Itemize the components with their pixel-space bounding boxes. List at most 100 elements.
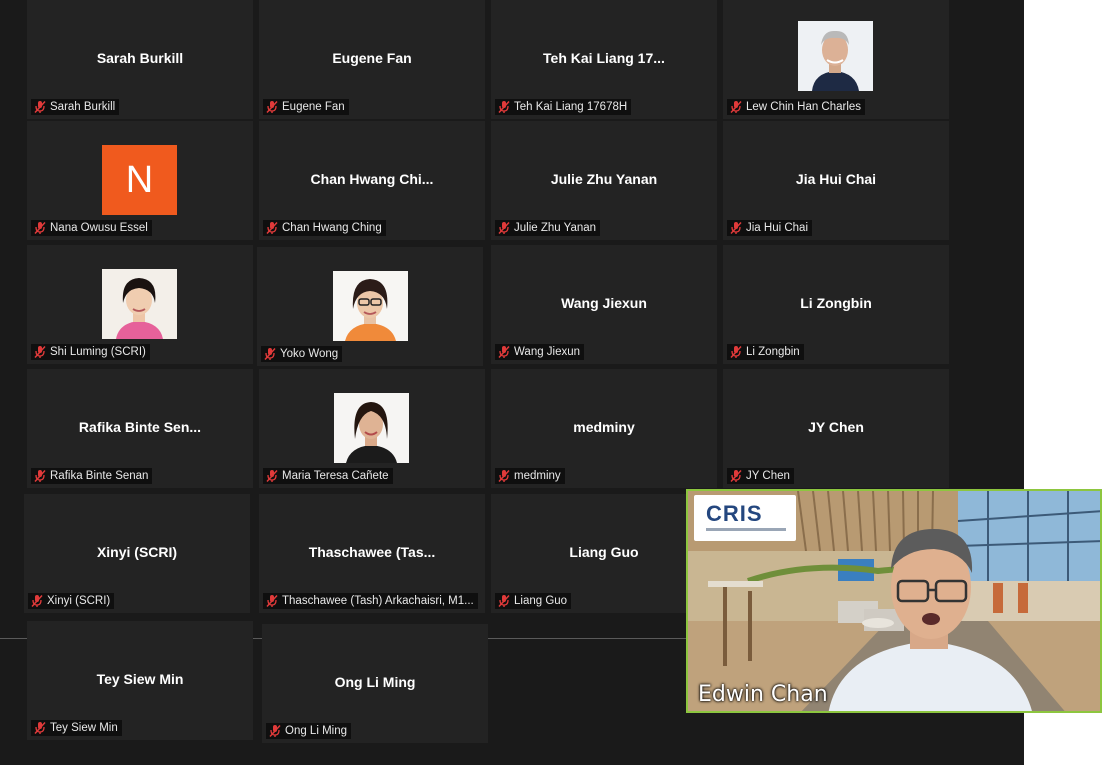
- muted-microphone-icon: [498, 100, 510, 114]
- participant-name-label: Maria Teresa Cañete: [263, 468, 393, 484]
- muted-microphone-icon: [269, 724, 281, 738]
- participant-photo: [334, 393, 409, 463]
- participant-label-text: Ong Li Ming: [285, 725, 348, 737]
- participant-photo: [333, 271, 408, 341]
- participant-display-name: Li Zongbin: [800, 295, 872, 311]
- participant-name-label: Rafika Binte Senan: [31, 468, 153, 484]
- participant-name-label: Thaschawee (Tash) Arkachaisri, M1...: [263, 593, 478, 609]
- participant-label-text: Shi Luming (SCRI): [50, 346, 146, 358]
- muted-microphone-icon: [498, 469, 510, 483]
- participant-label-text: Jia Hui Chai: [746, 222, 808, 234]
- participant-label-text: Maria Teresa Cañete: [282, 470, 389, 482]
- participant-display-name: Eugene Fan: [332, 50, 412, 66]
- participant-tile[interactable]: Ong Li Ming Ong Li Ming: [262, 624, 488, 743]
- participant-tile[interactable]: Wang Jiexun Wang Jiexun: [491, 245, 717, 364]
- muted-microphone-icon: [266, 221, 278, 235]
- participant-tile[interactable]: Maria Teresa Cañete: [259, 369, 485, 488]
- participant-display-name: Sarah Burkill: [96, 50, 184, 66]
- participant-label-text: Teh Kai Liang 17678H: [514, 101, 628, 113]
- participant-name-label: Ong Li Ming: [266, 723, 352, 739]
- participant-name-label: Jia Hui Chai: [727, 220, 812, 236]
- participant-display-name: Tey Siew Min: [96, 671, 184, 687]
- participant-display-name: JY Chen: [808, 419, 864, 435]
- participant-photo: [102, 269, 177, 339]
- participant-name-label: Sarah Burkill: [31, 99, 120, 115]
- participant-name-label: Chan Hwang Ching: [263, 220, 386, 236]
- muted-microphone-icon: [730, 221, 742, 235]
- muted-microphone-icon: [34, 221, 46, 235]
- participant-display-name: Chan Hwang Chi...: [310, 171, 434, 187]
- participant-tile[interactable]: Liang Guo Liang Guo: [491, 494, 717, 613]
- participant-tile[interactable]: Jia Hui Chai Jia Hui Chai: [723, 121, 949, 240]
- muted-microphone-icon: [34, 721, 46, 735]
- participant-display-name: Thaschawee (Tas...: [308, 544, 436, 560]
- participant-tile[interactable]: Shi Luming (SCRI): [27, 245, 253, 364]
- muted-microphone-icon: [31, 594, 43, 608]
- participant-display-name: Wang Jiexun: [561, 295, 647, 311]
- participant-tile[interactable]: N Nana Owusu Essel: [27, 121, 253, 240]
- participant-label-text: Rafika Binte Senan: [50, 470, 149, 482]
- muted-microphone-icon: [730, 469, 742, 483]
- muted-microphone-icon: [498, 221, 510, 235]
- participant-name-label: Julie Zhu Yanan: [495, 220, 601, 236]
- cris-logo-tagline-bar: [706, 528, 786, 531]
- participant-label-text: medminy: [514, 470, 561, 482]
- participant-name-label: Lew Chin Han Charles: [727, 99, 866, 115]
- participant-photo: [798, 21, 873, 91]
- participant-label-text: Liang Guo: [514, 595, 568, 607]
- participant-display-name: Liang Guo: [569, 544, 639, 560]
- participant-name-label: Teh Kai Liang 17678H: [495, 99, 632, 115]
- participant-label-text: Eugene Fan: [282, 101, 345, 113]
- participant-label-text: Thaschawee (Tash) Arkachaisri, M1...: [282, 595, 474, 607]
- participant-tile[interactable]: Tey Siew Min Tey Siew Min: [27, 621, 253, 740]
- participant-display-name: Ong Li Ming: [334, 674, 416, 690]
- cris-logo-text: CRIS: [706, 501, 763, 526]
- active-speaker-video[interactable]: CRIS Edwin Chan: [686, 489, 1102, 713]
- participant-tile[interactable]: Julie Zhu Yanan Julie Zhu Yanan: [491, 121, 717, 240]
- participant-name-label: JY Chen: [727, 468, 794, 484]
- participant-label-text: Julie Zhu Yanan: [514, 222, 597, 234]
- participant-name-label: Xinyi (SCRI): [28, 593, 115, 609]
- muted-microphone-icon: [34, 345, 46, 359]
- avatar-initial: N: [102, 145, 177, 215]
- participant-label-text: JY Chen: [746, 470, 790, 482]
- cris-logo: CRIS: [694, 495, 796, 541]
- muted-microphone-icon: [498, 594, 510, 608]
- participant-label-text: Tey Siew Min: [50, 722, 118, 734]
- participant-tile[interactable]: Teh Kai Liang 17... Teh Kai Liang 17678H: [491, 0, 717, 119]
- participant-tile[interactable]: JY Chen JY Chen: [723, 369, 949, 488]
- participant-label-text: Yoko Wong: [280, 348, 339, 360]
- participant-display-name: Jia Hui Chai: [795, 171, 877, 187]
- participant-name-label: Tey Siew Min: [31, 720, 122, 736]
- muted-microphone-icon: [266, 100, 278, 114]
- participant-label-text: Lew Chin Han Charles: [746, 101, 862, 113]
- participant-label-text: Li Zongbin: [746, 346, 800, 358]
- participant-name-label: Nana Owusu Essel: [31, 220, 152, 236]
- muted-microphone-icon: [34, 100, 46, 114]
- participant-name-label: medminy: [495, 468, 565, 484]
- participant-tile[interactable]: Thaschawee (Tas... Thaschawee (Tash) Ark…: [259, 494, 485, 613]
- muted-microphone-icon: [34, 469, 46, 483]
- participant-tile[interactable]: Rafika Binte Sen... Rafika Binte Senan: [27, 369, 253, 488]
- muted-microphone-icon: [498, 345, 510, 359]
- participant-tile[interactable]: Li Zongbin Li Zongbin: [723, 245, 949, 364]
- participant-label-text: Chan Hwang Ching: [282, 222, 382, 234]
- muted-microphone-icon: [730, 345, 742, 359]
- participant-tile[interactable]: Eugene Fan Eugene Fan: [259, 0, 485, 119]
- participant-label-text: Xinyi (SCRI): [47, 595, 111, 607]
- participant-tile[interactable]: Chan Hwang Chi... Chan Hwang Ching: [259, 121, 485, 240]
- participant-name-label: Li Zongbin: [727, 344, 804, 360]
- participant-label-text: Nana Owusu Essel: [50, 222, 148, 234]
- participant-tile[interactable]: medminy medminy: [491, 369, 717, 488]
- muted-microphone-icon: [266, 594, 278, 608]
- participant-tile[interactable]: Lew Chin Han Charles: [723, 0, 949, 119]
- participant-tile[interactable]: Xinyi (SCRI) Xinyi (SCRI): [24, 494, 250, 613]
- muted-microphone-icon: [730, 100, 742, 114]
- participant-tile[interactable]: Yoko Wong: [257, 247, 483, 366]
- participant-name-label: Liang Guo: [495, 593, 572, 609]
- participant-name-label: Shi Luming (SCRI): [31, 344, 150, 360]
- participant-display-name: Julie Zhu Yanan: [550, 171, 658, 187]
- participant-name-label: Eugene Fan: [263, 99, 349, 115]
- muted-microphone-icon: [264, 347, 276, 361]
- participant-tile[interactable]: Sarah Burkill Sarah Burkill: [27, 0, 253, 119]
